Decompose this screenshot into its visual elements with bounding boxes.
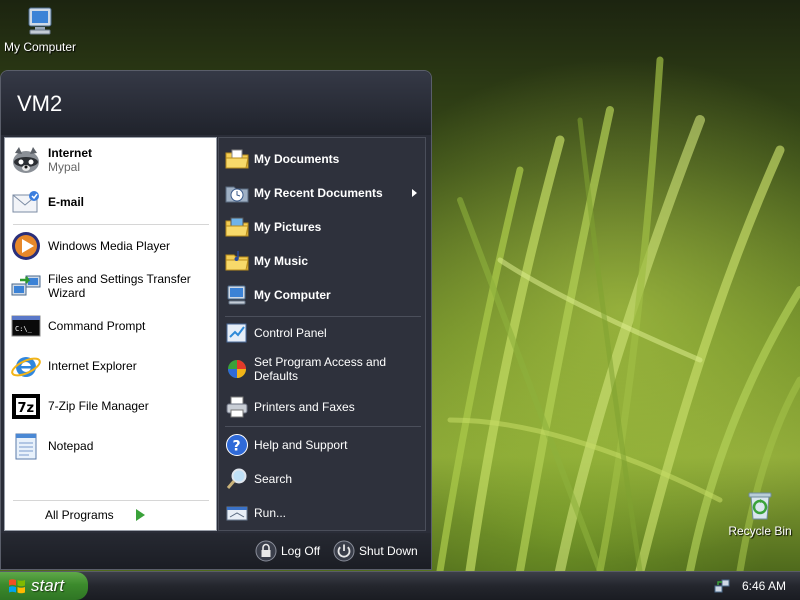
pinned-item-internet[interactable]: Internet Mypal <box>9 142 213 178</box>
lock-icon <box>255 540 277 562</box>
place-label: My Computer <box>254 288 331 302</box>
arrow-right-icon <box>135 509 145 521</box>
my-computer-icon <box>227 285 246 305</box>
recent-item-windows-media-player[interactable]: Windows Media Player <box>9 228 213 264</box>
desktop-icon-label: Recycle Bin <box>728 524 792 538</box>
recent-documents-icon <box>225 186 249 203</box>
svg-text:C:\_: C:\_ <box>15 325 33 333</box>
email-icon <box>12 191 39 213</box>
start-menu-header: VM2 <box>1 71 431 135</box>
recent-item-7zip[interactable]: 7z 7-Zip File Manager <box>9 388 213 424</box>
place-label: My Documents <box>254 152 340 166</box>
place-label: My Recent Documents <box>254 186 383 200</box>
place-my-computer[interactable]: My Computer <box>225 280 421 310</box>
recent-item-label: Notepad <box>48 439 94 453</box>
pinned-title: E-mail <box>48 195 85 209</box>
power-icon <box>333 540 355 562</box>
shut-down-label: Shut Down <box>359 544 418 558</box>
settings-label: Set Program Access and Defaults <box>254 355 387 383</box>
recycle-bin-icon <box>748 492 772 520</box>
printer-icon <box>226 396 248 418</box>
command-prompt-icon: C:\_ <box>11 315 41 337</box>
raccoon-browser-icon <box>13 147 39 173</box>
internet-explorer-icon <box>11 357 41 377</box>
svg-text:?: ? <box>233 439 241 455</box>
help-label: Help and Support <box>254 438 348 452</box>
system-tray: 6:46 AM <box>700 572 800 600</box>
media-player-icon <box>12 232 40 260</box>
help-label: Run... <box>254 506 287 520</box>
search-icon <box>226 468 247 489</box>
submenu-arrow-icon <box>412 189 417 197</box>
settings-control-panel[interactable]: Control Panel <box>225 318 421 348</box>
recent-item-label: Windows Media Player <box>48 239 171 253</box>
recent-item-label: Files and Settings Transfer Wizard <box>48 272 191 300</box>
place-my-recent-documents[interactable]: My Recent Documents <box>225 178 421 208</box>
shut-down-button[interactable]: Shut Down <box>333 540 418 562</box>
program-defaults-icon <box>228 360 246 378</box>
start-menu-places-pane: My Documents My Recent Documents My Pict… <box>218 137 426 531</box>
search[interactable]: Search <box>225 464 421 494</box>
folder-pictures-icon <box>225 217 249 237</box>
settings-label: Control Panel <box>254 326 327 340</box>
pinned-title: Internet <box>48 146 93 160</box>
transfer-wizard-icon <box>11 275 41 296</box>
settings-program-access[interactable]: Set Program Access and Defaults <box>225 352 421 386</box>
log-off-button[interactable]: Log Off <box>255 540 320 562</box>
windows-logo-icon <box>9 579 25 594</box>
place-label: My Music <box>254 254 309 268</box>
notepad-icon <box>15 433 37 460</box>
recent-item-internet-explorer[interactable]: Internet Explorer <box>9 348 213 384</box>
recent-item-transfer-wizard[interactable]: Files and Settings Transfer Wizard <box>9 268 213 304</box>
pinned-item-email[interactable]: E-mail <box>9 184 213 220</box>
user-name: VM2 <box>17 91 63 116</box>
recent-item-label: Command Prompt <box>48 319 146 333</box>
start-button[interactable]: start <box>0 572 88 600</box>
desktop-icon-recycle-bin[interactable]: Recycle Bin <box>718 488 800 538</box>
help-label: Search <box>254 472 293 486</box>
place-my-documents[interactable]: My Documents <box>225 144 421 174</box>
svg-text:7z: 7z <box>18 401 35 416</box>
start-menu-programs-pane: Internet Mypal E-mail Windows Media Play… <box>4 137 217 531</box>
desktop-icon-my-computer[interactable]: My Computer <box>0 4 82 54</box>
network-icon[interactable] <box>714 578 730 594</box>
folder-documents-icon <box>225 149 249 169</box>
all-programs-button[interactable]: All Programs <box>45 508 205 522</box>
separator <box>13 500 209 501</box>
pinned-subtitle: Mypal <box>48 160 81 174</box>
place-my-music[interactable]: My Music <box>225 246 421 276</box>
separator <box>225 316 421 317</box>
run-icon <box>226 506 248 521</box>
run[interactable]: Run... <box>225 498 421 528</box>
start-label: start <box>31 576 65 595</box>
separator <box>13 224 209 225</box>
recent-item-label: Internet Explorer <box>48 359 137 373</box>
help-icon: ? <box>226 434 248 456</box>
start-menu-footer: Log Off Shut Down <box>1 533 431 569</box>
start-menu: VM2 Internet Mypal E-mail Windows Media … <box>0 70 432 570</box>
separator <box>225 426 421 427</box>
recent-item-label: 7-Zip File Manager <box>48 399 149 413</box>
desktop-icon-label: My Computer <box>3 40 77 54</box>
control-panel-icon <box>226 323 247 343</box>
help-and-support[interactable]: ? Help and Support <box>225 430 421 460</box>
log-off-label: Log Off <box>281 544 321 558</box>
settings-label: Printers and Faxes <box>254 400 355 414</box>
settings-printers-faxes[interactable]: Printers and Faxes <box>225 392 421 422</box>
recent-item-notepad[interactable]: Notepad <box>9 428 213 464</box>
folder-music-icon <box>225 251 249 271</box>
place-my-pictures[interactable]: My Pictures <box>225 212 421 242</box>
place-label: My Pictures <box>254 220 322 234</box>
my-computer-icon <box>28 7 52 35</box>
clock[interactable]: 6:46 AM <box>742 579 786 593</box>
seven-zip-icon: 7z <box>12 394 40 419</box>
all-programs-label: All Programs <box>45 508 114 522</box>
taskbar: start 6:46 AM <box>0 571 800 600</box>
recent-item-command-prompt[interactable]: C:\_ Command Prompt <box>9 308 213 344</box>
